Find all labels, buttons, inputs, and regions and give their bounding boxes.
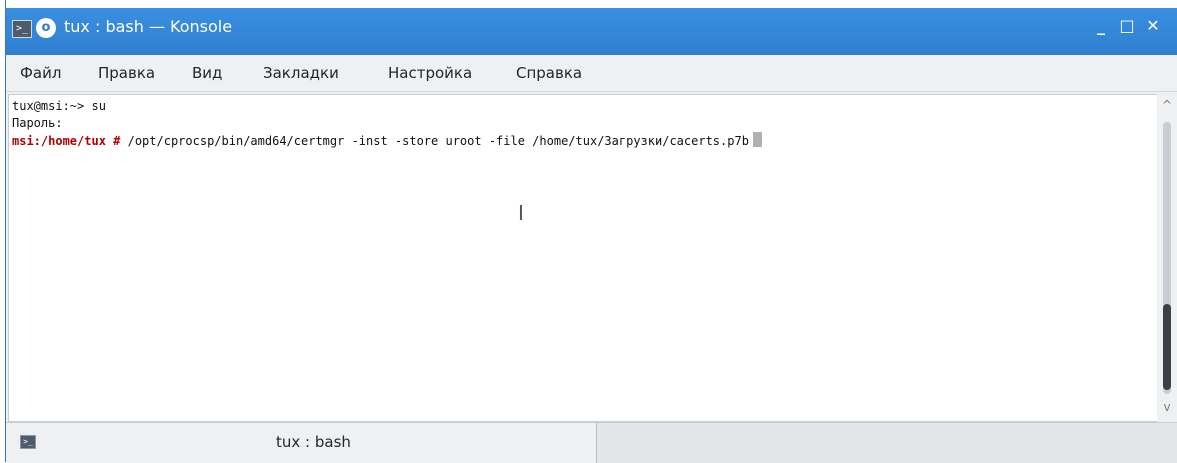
title-bar[interactable]: >_ o tux : bash — Konsole _ □ ✕	[6, 0, 1177, 55]
scroll-thumb[interactable]	[1163, 304, 1171, 390]
command-text: /opt/cprocsp/bin/amd64/certmgr -inst -st…	[120, 134, 749, 148]
root-prompt: msi:/home/tux #	[12, 134, 121, 148]
menu-view[interactable]: Вид	[192, 64, 222, 82]
scroll-down-icon[interactable]: v	[1157, 400, 1177, 414]
minimize-button[interactable]: _	[1090, 16, 1112, 38]
tab-label: tux : bash	[276, 433, 351, 451]
menu-edit[interactable]: Правка	[98, 64, 155, 82]
terminal-icon[interactable]: >_	[12, 20, 32, 38]
maximize-button[interactable]: □	[1116, 16, 1138, 38]
close-button[interactable]: ✕	[1142, 16, 1164, 38]
terminal-area[interactable]: tux@msi:~> su Пароль: msi:/home/tux # /o…	[8, 94, 1158, 422]
terminal-line-3: msi:/home/tux # /opt/cprocsp/bin/amd64/c…	[12, 132, 762, 149]
menu-help[interactable]: Справка	[516, 64, 582, 82]
menu-settings[interactable]: Настройка	[388, 64, 472, 82]
scroll-up-icon[interactable]: ^	[1157, 98, 1177, 112]
menu-bookmarks[interactable]: Закладки	[263, 64, 339, 82]
terminal-line-1: tux@msi:~> su	[12, 99, 106, 113]
tab-tux-bash[interactable]: >_ tux : bash	[6, 423, 597, 463]
window-title: tux : bash — Konsole	[64, 17, 233, 36]
vertical-scrollbar[interactable]: ^ v	[1157, 94, 1177, 422]
ibeam-cursor-icon: I	[518, 201, 524, 225]
tab-bar: >_ tux : bash	[6, 422, 1177, 463]
konsole-window: >_ o tux : bash — Konsole _ □ ✕ Файл Пра…	[5, 0, 1177, 463]
menu-file[interactable]: Файл	[20, 64, 61, 82]
terminal-line-2: Пароль:	[12, 116, 63, 130]
tab-terminal-icon: >_	[20, 435, 36, 449]
konsole-app-icon: o	[36, 18, 56, 38]
menu-bar: Файл Правка Вид Закладки Настройка Справ…	[6, 55, 1177, 92]
text-cursor	[752, 132, 762, 147]
